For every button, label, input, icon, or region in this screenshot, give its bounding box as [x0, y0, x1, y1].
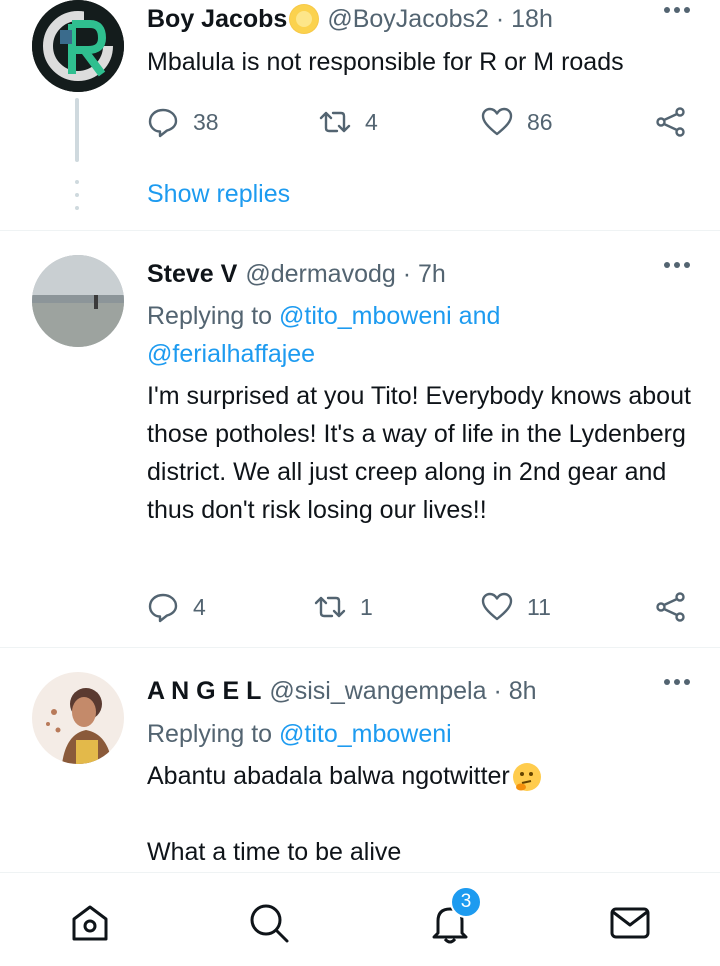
handle-and-time[interactable]: @dermavodg · 7h: [245, 260, 445, 289]
thread-line: [75, 98, 79, 162]
tweet-steve-v[interactable]: Steve V @dermavodg · 7h Replying to @tit…: [0, 231, 720, 647]
avatar-image: [32, 0, 124, 92]
avatar[interactable]: [32, 0, 124, 92]
share-button[interactable]: [655, 589, 687, 625]
messages-tab[interactable]: [608, 901, 652, 945]
display-name[interactable]: Steve V: [147, 260, 237, 289]
mention-link[interactable]: @ferialhaffajee: [147, 340, 315, 368]
retweet-count: 4: [365, 108, 378, 135]
retweet-icon: [314, 596, 346, 618]
thread-dot: [75, 206, 79, 210]
reply-button[interactable]: 4: [147, 589, 206, 625]
more-options-icon[interactable]: [664, 679, 690, 685]
replying-to: Replying to @tito_mboweni: [147, 715, 692, 753]
reply-count: 38: [193, 108, 219, 135]
reply-icon: [148, 593, 178, 623]
like-count: 11: [527, 593, 551, 620]
notification-count-badge: 3: [450, 886, 482, 918]
mention-conjunction: and: [458, 302, 501, 330]
tweet-text-line: What a time to be alive: [147, 838, 402, 866]
handle-and-time[interactable]: @BoyJacobs2 · 18h: [327, 5, 553, 34]
thread-dot: [75, 180, 79, 184]
show-replies-link[interactable]: Show replies: [147, 180, 290, 209]
display-name[interactable]: Boy Jacobs: [147, 5, 287, 34]
reply-icon: [148, 108, 178, 138]
avatar[interactable]: [32, 672, 124, 764]
tweet-header: Boy Jacobs @BoyJacobs2 · 18h: [147, 3, 690, 35]
share-icon: [656, 592, 685, 622]
retweet-button[interactable]: 1: [314, 589, 373, 625]
home-tab[interactable]: [68, 901, 112, 945]
more-options-icon[interactable]: [664, 262, 690, 268]
tweet-text: I'm surprised at you Tito! Everybody kno…: [147, 382, 691, 524]
like-count: 86: [527, 108, 553, 135]
avatar-image: [32, 672, 124, 764]
handle-and-time[interactable]: @sisi_wangempela · 8h: [269, 677, 536, 706]
mention-link[interactable]: @tito_mboweni: [279, 720, 452, 748]
tweet-angel[interactable]: A N G E L @sisi_wangempela · 8h Replying…: [0, 648, 720, 872]
tweet-header: A N G E L @sisi_wangempela · 8h: [147, 675, 690, 707]
search-tab[interactable]: [247, 901, 291, 945]
retweet-button[interactable]: 4: [319, 104, 378, 140]
heart-icon: [481, 107, 513, 136]
share-button[interactable]: [655, 104, 687, 140]
avatar[interactable]: [32, 255, 124, 347]
home-icon: [72, 905, 108, 941]
like-button[interactable]: 11: [481, 589, 551, 625]
reply-count: 4: [193, 593, 206, 620]
display-name[interactable]: A N G E L: [147, 677, 261, 706]
heart-icon: [481, 592, 513, 621]
tweet-header: Steve V @dermavodg · 7h: [147, 258, 690, 290]
replying-prefix: Replying to: [147, 720, 273, 748]
share-icon: [656, 107, 685, 137]
tweet-text: Abantu abadala balwa ngotwitter: [147, 757, 692, 795]
mention-link[interactable]: @tito_mboweni: [279, 302, 452, 330]
thread-dot: [75, 193, 79, 197]
tweet-boy-jacobs[interactable]: Boy Jacobs @BoyJacobs2 · 18h Mbalula is …: [0, 0, 720, 230]
replying-to: Replying to @tito_mboweni and @ferialhaf…: [147, 297, 692, 373]
reply-button[interactable]: 38: [147, 104, 219, 140]
tweet-text: Mbalula is not responsible for R or M ro…: [147, 48, 624, 76]
like-button[interactable]: 86: [481, 104, 553, 140]
sun-emoji-icon: [289, 4, 320, 34]
search-icon: [250, 904, 289, 943]
avatar-image: [32, 255, 124, 347]
more-options-icon[interactable]: [664, 7, 690, 13]
thinking-face-emoji-icon: [512, 762, 542, 792]
messages-icon: [610, 907, 650, 939]
tweet-text-line: Abantu abadala balwa ngotwitter: [147, 762, 510, 790]
bottom-navigation-bar: [0, 872, 720, 966]
tweet-actions: 4 1 11: [147, 589, 692, 625]
retweet-count: 1: [360, 593, 373, 620]
retweet-icon: [319, 111, 351, 133]
replying-prefix: Replying to: [147, 302, 273, 330]
tweet-actions: 38 4 86: [147, 104, 692, 140]
